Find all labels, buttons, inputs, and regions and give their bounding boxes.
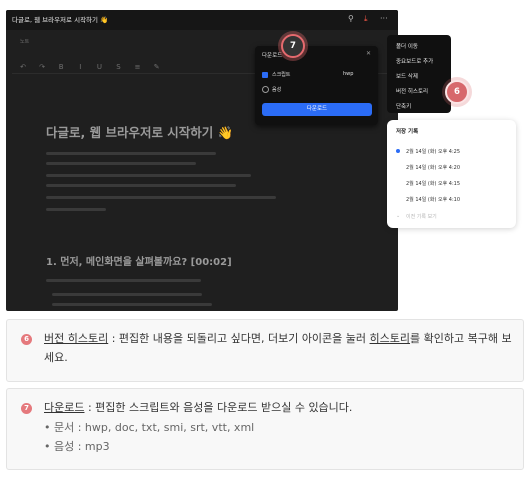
download-button[interactable]: 다운로드 (262, 103, 372, 116)
bullet-document-formats: • 문서 : hwp, doc, txt, smi, srt, vtt, xml (44, 421, 255, 434)
note-text-part: : 편집한 내용을 되돌리고 싶다면, 더보기 아이콘을 눌러 (108, 332, 370, 345)
menu-item-shortcuts[interactable]: 단축키 (396, 102, 411, 110)
text-line (46, 279, 201, 282)
bold-icon[interactable]: B (54, 60, 68, 74)
current-version-dot (396, 149, 400, 153)
note-text: 버전 히스토리 : 편집한 내용을 되돌리고 싶다면, 더보기 아이콘을 눌러 … (44, 329, 512, 367)
history-item[interactable]: 2월 14일 (화) 오후 4:10 (406, 196, 460, 203)
text-line (46, 196, 276, 199)
highlight-icon[interactable]: ✎ (150, 60, 164, 74)
note-download: 7 다운로드 : 편집한 스크립트와 음성을 다운로드 받으실 수 있습니다. … (6, 388, 524, 470)
editor-toolbar: ↶ ↷ B I U S ≡ ✎ (16, 54, 164, 71)
strike-icon[interactable]: S (111, 60, 125, 74)
history-panel: 저장 기록 2월 14일 (화) 오후 4:25 2월 14일 (화) 오후 4… (387, 120, 516, 228)
history-item[interactable]: 2월 14일 (화) 오후 4:20 (406, 164, 460, 171)
step-marker-6: 6 (445, 80, 469, 104)
more-icon[interactable]: ··· (380, 14, 388, 24)
history-item[interactable]: 2월 14일 (화) 오후 4:25 (406, 148, 460, 155)
close-icon[interactable]: ✕ (366, 50, 371, 57)
document-title[interactable]: 다글로, 웹 브라우저로 시작하기 👋 (46, 122, 233, 141)
menu-item-add-important[interactable]: 중요보드로 추가 (396, 57, 433, 65)
bullet-audio-formats: • 음성 : mp3 (44, 440, 110, 453)
history-more-link[interactable]: 이전 기록 보기 (406, 213, 437, 220)
document-heading[interactable]: 1. 먼저, 메인화면을 살펴볼까요? [00:02] (46, 253, 232, 268)
italic-icon[interactable]: I (73, 60, 87, 74)
underline-icon[interactable]: U (92, 60, 106, 74)
more-menu: 폴더 이동 중요보드로 추가 보드 삭제 버전 히스토리 단축키 (387, 35, 451, 113)
menu-item-version-history[interactable]: 버전 히스토리 (396, 87, 428, 95)
term-download: 다운로드 (44, 401, 85, 414)
term-history: 히스토리 (369, 332, 411, 345)
menu-item-move-folder[interactable]: 폴더 이동 (396, 42, 418, 50)
note-version-history: 6 버전 히스토리 : 편집한 내용을 되돌리고 싶다면, 더보기 아이콘을 눌… (6, 319, 524, 382)
app-topbar: 다글로, 웹 브라우저로 시작하기 👋 ⚲ ⤓ ··· (6, 10, 398, 30)
text-line (52, 293, 202, 296)
text-line (52, 303, 212, 306)
script-label: 스크립트 (272, 72, 291, 78)
audio-label: 음성 (272, 87, 282, 93)
chevron-down-icon: ⌄ (396, 213, 401, 219)
text-line (46, 208, 106, 211)
menu-item-delete[interactable]: 보드 삭제 (396, 72, 418, 80)
text-line (46, 174, 251, 177)
text-line (46, 152, 216, 155)
text-line (46, 184, 236, 187)
list-icon[interactable]: ≡ (131, 60, 145, 74)
app-title: 다글로, 웹 브라우저로 시작하기 👋 (12, 16, 109, 24)
undo-icon[interactable]: ↶ (16, 60, 30, 74)
note-text-part: : 편집한 스크립트와 음성을 다운로드 받으실 수 있습니다. (84, 401, 353, 414)
history-item[interactable]: 2월 14일 (화) 오후 4:15 (406, 180, 460, 187)
history-title: 저장 기록 (396, 129, 419, 135)
note-text: 다운로드 : 편집한 스크립트와 음성을 다운로드 받으실 수 있습니다. (44, 398, 512, 417)
term-version-history: 버전 히스토리 (44, 332, 109, 345)
note-badge: 6 (21, 334, 32, 345)
note-badge: 7 (21, 403, 32, 414)
app-screenshot: 다글로, 웹 브라우저로 시작하기 👋 ⚲ ⤓ ··· 노트 ↶ ↷ B I U… (6, 10, 398, 311)
download-icon[interactable]: ⤓ (364, 14, 368, 24)
audio-radio[interactable] (262, 86, 269, 93)
breadcrumb[interactable]: 노트 (20, 38, 29, 45)
download-popup-title: 다운로드 (262, 53, 283, 59)
script-checkbox[interactable] (262, 72, 268, 78)
download-popup: 다운로드 ✕ 스크립트 hwp 음성 다운로드 (255, 46, 378, 125)
pin-icon[interactable]: ⚲ (348, 14, 354, 24)
step-marker-7: 7 (281, 34, 305, 58)
format-select[interactable]: hwp (343, 71, 353, 77)
redo-icon[interactable]: ↷ (35, 60, 49, 74)
text-line (46, 162, 196, 165)
